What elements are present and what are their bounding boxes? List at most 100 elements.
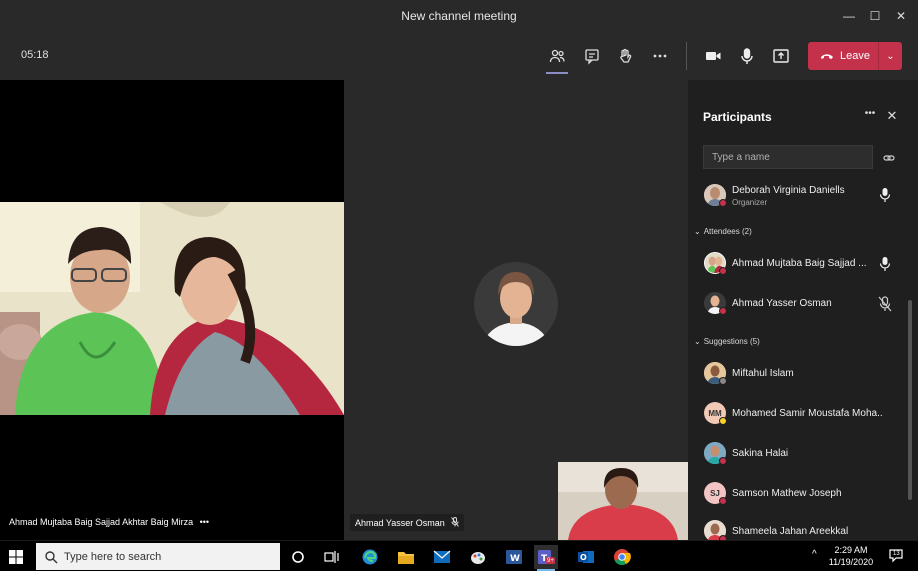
- title-bar: New channel meeting — ☐ ✕: [0, 0, 918, 32]
- meeting-toolbar: 05:18: [0, 32, 918, 80]
- teams-badge: 9+: [547, 558, 554, 564]
- taskbar-search-placeholder: Type here to search: [64, 550, 162, 563]
- suggestions-header-label: Suggestions (5): [703, 337, 760, 346]
- attendee-name: Ahmad Mujtaba Baig Sajjad ...: [732, 258, 867, 269]
- svg-text:W: W: [510, 554, 520, 564]
- suggestion-name: Miftahul Islam: [732, 368, 794, 379]
- camera-button[interactable]: [699, 42, 727, 70]
- notification-center-icon[interactable]: 13: [888, 547, 906, 565]
- video-name-label-right: Ahmad Yasser Osman: [350, 514, 465, 531]
- suggestion-name: Samson Mathew Joseph: [732, 488, 842, 499]
- people-icon: [549, 49, 565, 63]
- attendee-item[interactable]: Ahmad Yasser Osman: [688, 290, 910, 318]
- system-tray-chevron-icon[interactable]: ^: [812, 549, 817, 560]
- maximize-button[interactable]: ☐: [864, 6, 886, 26]
- clock-date: 11/19/2020: [828, 557, 874, 567]
- video-tile-ahmad-mujtaba[interactable]: Ahmad Mujtaba Baig Sajjad Akhtar Baig Mi…: [0, 80, 344, 540]
- attendee-name: Ahmad Yasser Osman: [732, 298, 832, 309]
- word-app-icon[interactable]: W: [502, 545, 526, 569]
- participant-search-input[interactable]: [703, 145, 873, 169]
- participants-panel: Participants ••• ✕ Deborah Virginia Dani…: [688, 80, 918, 543]
- more-actions-button[interactable]: [646, 42, 674, 70]
- participant-avatar-large: [474, 262, 558, 346]
- self-view-video[interactable]: [558, 462, 688, 540]
- teams-window: New channel meeting — ☐ ✕ 05:18 Leave ⌄ …: [0, 0, 918, 571]
- presence-status-dot: [719, 307, 727, 315]
- video-camera-icon: [706, 52, 721, 60]
- organizer-role: Organizer: [732, 198, 768, 207]
- presence-status-dot: [719, 199, 727, 207]
- meeting-timer: 05:18: [21, 49, 49, 61]
- suggestion-item[interactable]: Miftahul Islam: [688, 360, 910, 388]
- participant-video-feed: [0, 202, 344, 415]
- microphone-button[interactable]: [733, 42, 761, 70]
- hang-up-icon: [821, 54, 833, 59]
- left-tile-more-icon[interactable]: •••: [200, 517, 209, 527]
- show-participants-button[interactable]: [543, 42, 571, 74]
- participant-organizer[interactable]: Deborah Virginia Daniells Organizer: [688, 182, 910, 210]
- share-screen-button[interactable]: [767, 42, 795, 70]
- minimize-button[interactable]: —: [838, 6, 860, 26]
- outlook-app-icon[interactable]: O: [574, 545, 598, 569]
- panel-title: Participants: [703, 110, 772, 124]
- leave-label: Leave: [840, 50, 870, 62]
- chrome-browser-icon[interactable]: [610, 545, 634, 569]
- presence-status-dot: [719, 417, 727, 425]
- notification-count: 13: [893, 551, 900, 557]
- share-tray-icon: [773, 49, 789, 63]
- suggestion-name: Mohamed Samir Moustafa Moha...: [732, 408, 882, 419]
- microphone-icon: [879, 188, 891, 202]
- suggestion-item[interactable]: Sakina Halai: [688, 440, 910, 468]
- suggestions-section-header[interactable]: ⌄ Suggestions (5): [694, 337, 760, 346]
- ellipsis-icon: [653, 54, 667, 58]
- clock-time: 2:29 AM: [834, 545, 868, 555]
- organizer-name: Deborah Virginia Daniells: [732, 185, 845, 196]
- search-icon: [45, 550, 58, 563]
- teams-app-icon[interactable]: T 9+: [534, 545, 558, 571]
- muted-microphone-icon: [451, 517, 460, 527]
- panel-close-icon[interactable]: ✕: [882, 108, 902, 128]
- suggestion-item[interactable]: MM Mohamed Samir Moustafa Moha...: [688, 400, 910, 428]
- cortana-icon[interactable]: [286, 545, 310, 569]
- presence-status-dot: [719, 377, 727, 385]
- windows-taskbar: Type here to search W T 9+ O ^ 2:29 AM 1…: [0, 540, 918, 571]
- leave-options-chevron-icon[interactable]: ⌄: [879, 51, 902, 62]
- taskbar-clock[interactable]: 2:29 AM 11/19/2020: [826, 544, 876, 568]
- suggestion-name: Shameela Jahan Areekkal: [732, 526, 849, 537]
- taskbar-search-box[interactable]: Type here to search: [36, 543, 280, 570]
- chat-icon: [585, 49, 599, 65]
- show-chat-button[interactable]: [578, 42, 606, 70]
- mail-app-icon[interactable]: [430, 545, 454, 569]
- presence-status-dot: [719, 497, 727, 505]
- panel-more-options-icon[interactable]: •••: [860, 108, 880, 128]
- collapse-chevron-icon: ⌄: [694, 337, 701, 346]
- suggestion-item[interactable]: SJ Samson Mathew Joseph: [688, 480, 910, 508]
- task-view-icon[interactable]: [320, 545, 344, 569]
- left-tile-name: Ahmad Mujtaba Baig Sajjad Akhtar Baig Mi…: [9, 517, 194, 527]
- window-title: New channel meeting: [401, 9, 517, 23]
- video-name-label-left: Ahmad Mujtaba Baig Sajjad Akhtar Baig Mi…: [4, 514, 214, 530]
- hand-icon: [620, 48, 632, 63]
- muted-microphone-icon: [878, 296, 892, 312]
- file-explorer-icon[interactable]: [394, 545, 418, 569]
- collapse-chevron-icon: ⌄: [694, 227, 701, 236]
- close-window-button[interactable]: ✕: [890, 6, 912, 26]
- video-stage: Ahmad Mujtaba Baig Sajjad Akhtar Baig Mi…: [0, 80, 688, 540]
- presence-status-dot: [719, 457, 727, 465]
- toolbar-divider: [686, 42, 687, 70]
- paint-app-icon[interactable]: [466, 545, 490, 569]
- raise-hand-button[interactable]: [611, 42, 639, 70]
- leave-button-group: Leave ⌄: [808, 42, 902, 70]
- leave-button[interactable]: Leave: [808, 42, 878, 70]
- share-invite-button[interactable]: [883, 151, 895, 169]
- link-icon: [883, 155, 895, 161]
- edge-browser-icon[interactable]: [358, 545, 382, 569]
- presence-status-dot: [719, 267, 727, 275]
- suggestion-name: Sakina Halai: [732, 448, 789, 459]
- attendee-item[interactable]: Ahmad Mujtaba Baig Sajjad ...: [688, 250, 910, 278]
- right-tile-name: Ahmad Yasser Osman: [355, 518, 445, 528]
- participants-scrollbar[interactable]: [908, 300, 912, 500]
- svg-text:O: O: [580, 553, 587, 562]
- windows-start-icon[interactable]: [8, 549, 24, 565]
- attendees-section-header[interactable]: ⌄ Attendees (2): [694, 227, 752, 236]
